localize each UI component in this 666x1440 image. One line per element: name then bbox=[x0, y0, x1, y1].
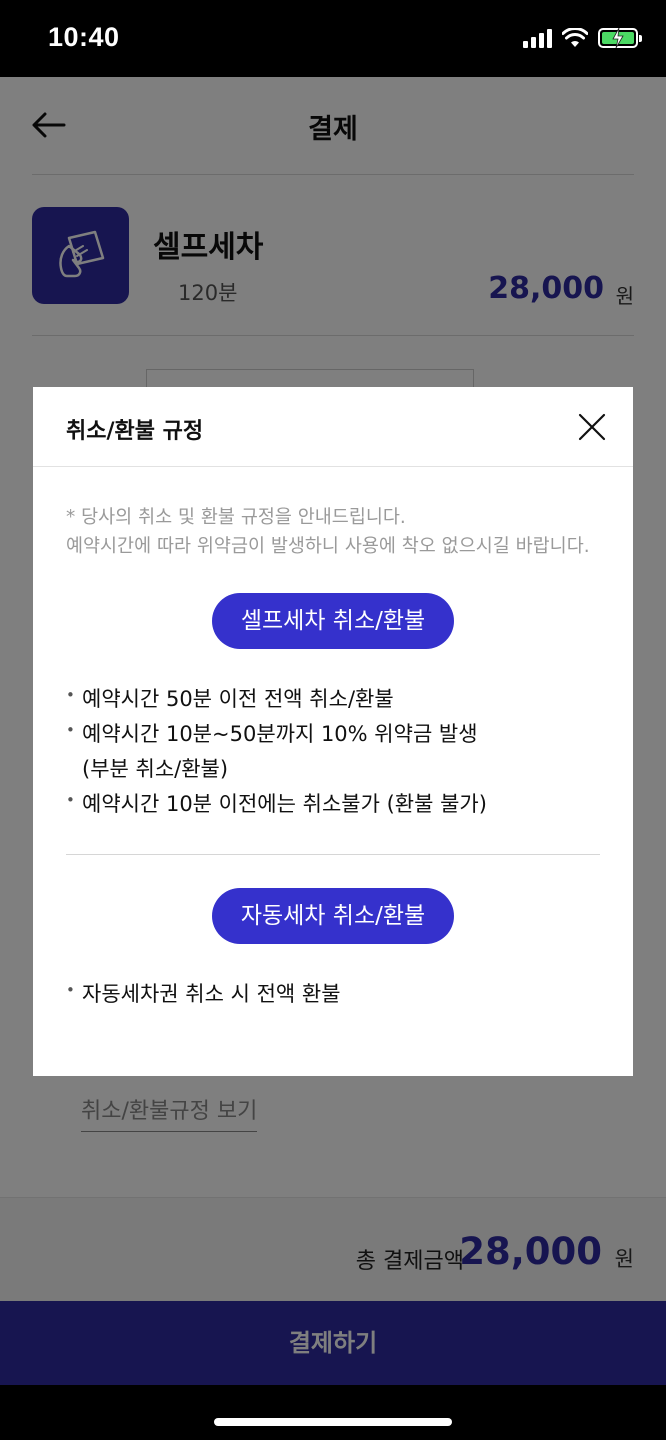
self-wash-section-badge: 셀프세차 취소/환불 bbox=[212, 593, 454, 649]
notice-line: 예약시간에 따라 위약금이 발생하니 사용에 착오 없으시길 바랍니다. bbox=[66, 536, 590, 557]
auto-wash-section-badge: 자동세차 취소/환불 bbox=[212, 888, 454, 944]
modal-title: 취소/환불 규정 bbox=[66, 419, 204, 444]
battery-icon bbox=[598, 28, 642, 48]
close-icon[interactable] bbox=[576, 411, 608, 443]
wifi-icon bbox=[562, 28, 588, 47]
modal-header: 취소/환불 규정 bbox=[33, 387, 633, 467]
rule-item: 예약시간 50분 이전 전액 취소/환불 bbox=[66, 678, 626, 717]
rule-item: 예약시간 10분~50분까지 10% 위약금 발생 (부분 취소/환불) bbox=[66, 713, 502, 787]
auto-wash-rules: 자동세차권 취소 시 전액 환불 bbox=[66, 973, 626, 1012]
signal-icon bbox=[523, 28, 552, 48]
home-area bbox=[0, 1385, 666, 1440]
rule-item: 자동세차권 취소 시 전액 환불 bbox=[66, 973, 626, 1012]
section-divider bbox=[66, 854, 600, 855]
status-icons bbox=[523, 28, 642, 48]
status-time: 10:40 bbox=[48, 22, 120, 52]
notice-line: * 당사의 취소 및 환불 규정을 안내드립니다. bbox=[66, 507, 406, 528]
modal-notice: * 당사의 취소 및 환불 규정을 안내드립니다. 예약시간에 따라 위약금이 … bbox=[66, 503, 626, 561]
refund-policy-modal: 취소/환불 규정 * 당사의 취소 및 환불 규정을 안내드립니다. 예약시간에… bbox=[33, 387, 633, 1076]
rule-item: 예약시간 10분 이전에는 취소불가 (환불 불가) bbox=[66, 783, 626, 822]
home-indicator[interactable] bbox=[214, 1418, 452, 1426]
self-wash-rules: 예약시간 50분 이전 전액 취소/환불 예약시간 10분~50분까지 10% … bbox=[66, 678, 626, 822]
status-bar: 10:40 bbox=[0, 0, 666, 77]
